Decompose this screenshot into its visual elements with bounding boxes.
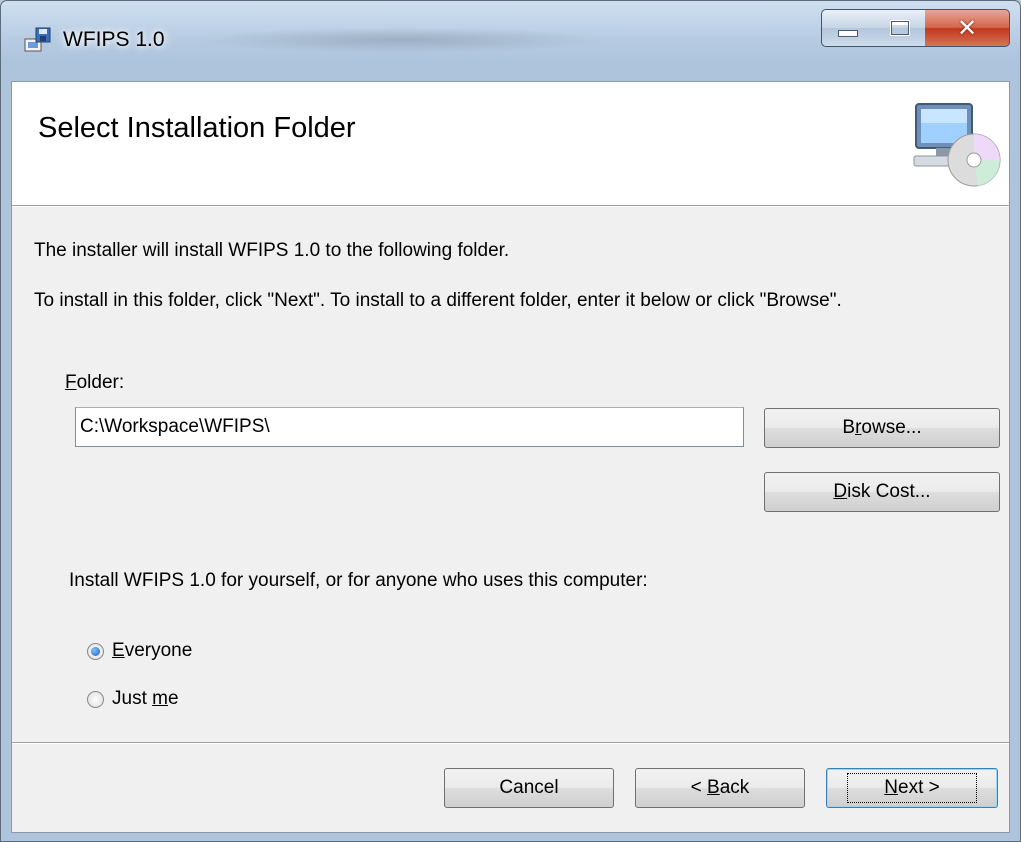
dialog-client-area: Select Installation Folder The installer… (11, 81, 1010, 833)
browse-label-post: owse... (861, 417, 922, 438)
maximize-button[interactable] (874, 9, 926, 47)
just-me-radio[interactable]: Just me (87, 688, 179, 710)
cancel-label: Cancel (499, 777, 559, 798)
disk-cost-label-mnemonic: D (833, 481, 848, 502)
install-instructions-text: To install in this folder, click "Next".… (34, 290, 842, 311)
next-label-rest: ext > (898, 777, 940, 798)
back-button[interactable]: < Back (635, 768, 805, 808)
page-title: Select Installation Folder (38, 112, 356, 144)
installer-app-icon (24, 27, 51, 52)
just-me-label-pre: Just (112, 688, 153, 709)
everyone-label-rest: veryone (124, 640, 193, 661)
everyone-label-mnemonic: E (112, 640, 125, 661)
title-bar[interactable]: WFIPS 1.0 ✕ (1, 1, 1020, 81)
just-me-label-rest: e (167, 688, 179, 709)
installer-window: WFIPS 1.0 ✕ Select Installation Folder T… (0, 0, 1021, 842)
folder-label-mnemonic: F (65, 372, 77, 393)
window-title: WFIPS 1.0 (63, 28, 165, 51)
footer-divider (12, 742, 1009, 744)
folder-label-rest: older: (76, 372, 125, 393)
just-me-label-mnemonic: m (152, 688, 168, 709)
browse-button[interactable]: Br owse... (764, 408, 1000, 448)
disk-cost-label-rest: isk Cost... (847, 481, 931, 502)
minimize-icon (838, 29, 858, 37)
maximize-icon (890, 21, 909, 35)
close-icon: ✕ (956, 14, 978, 42)
next-focus-rect: Next > (847, 773, 977, 803)
folder-path-input[interactable] (75, 407, 744, 447)
browse-label-pre: B (842, 417, 856, 438)
back-label-mnemonic: B (707, 777, 720, 798)
radio-selected-indicator (87, 642, 104, 660)
folder-label: Folder: (65, 372, 124, 394)
close-button[interactable]: ✕ (925, 9, 1010, 47)
everyone-radio[interactable]: Everyone (87, 640, 192, 662)
back-label-post: ack (719, 777, 750, 798)
next-label-mnemonic: N (884, 777, 898, 798)
next-button[interactable]: Next > (826, 768, 998, 808)
title-bar-background-text (191, 27, 611, 53)
install-scope-question: Install WFIPS 1.0 for yourself, or for a… (69, 570, 648, 591)
install-target-text: The installer will install WFIPS 1.0 to … (34, 240, 510, 261)
wizard-header: Select Installation Folder (12, 82, 1009, 206)
minimize-button[interactable] (821, 9, 875, 47)
back-label-pre: < (690, 777, 708, 798)
computer-cd-icon (913, 103, 1001, 187)
radio-unselected-indicator (87, 690, 104, 708)
cancel-button[interactable]: Cancel (444, 768, 614, 808)
disk-cost-button[interactable]: Disk Cost... (764, 472, 1000, 512)
